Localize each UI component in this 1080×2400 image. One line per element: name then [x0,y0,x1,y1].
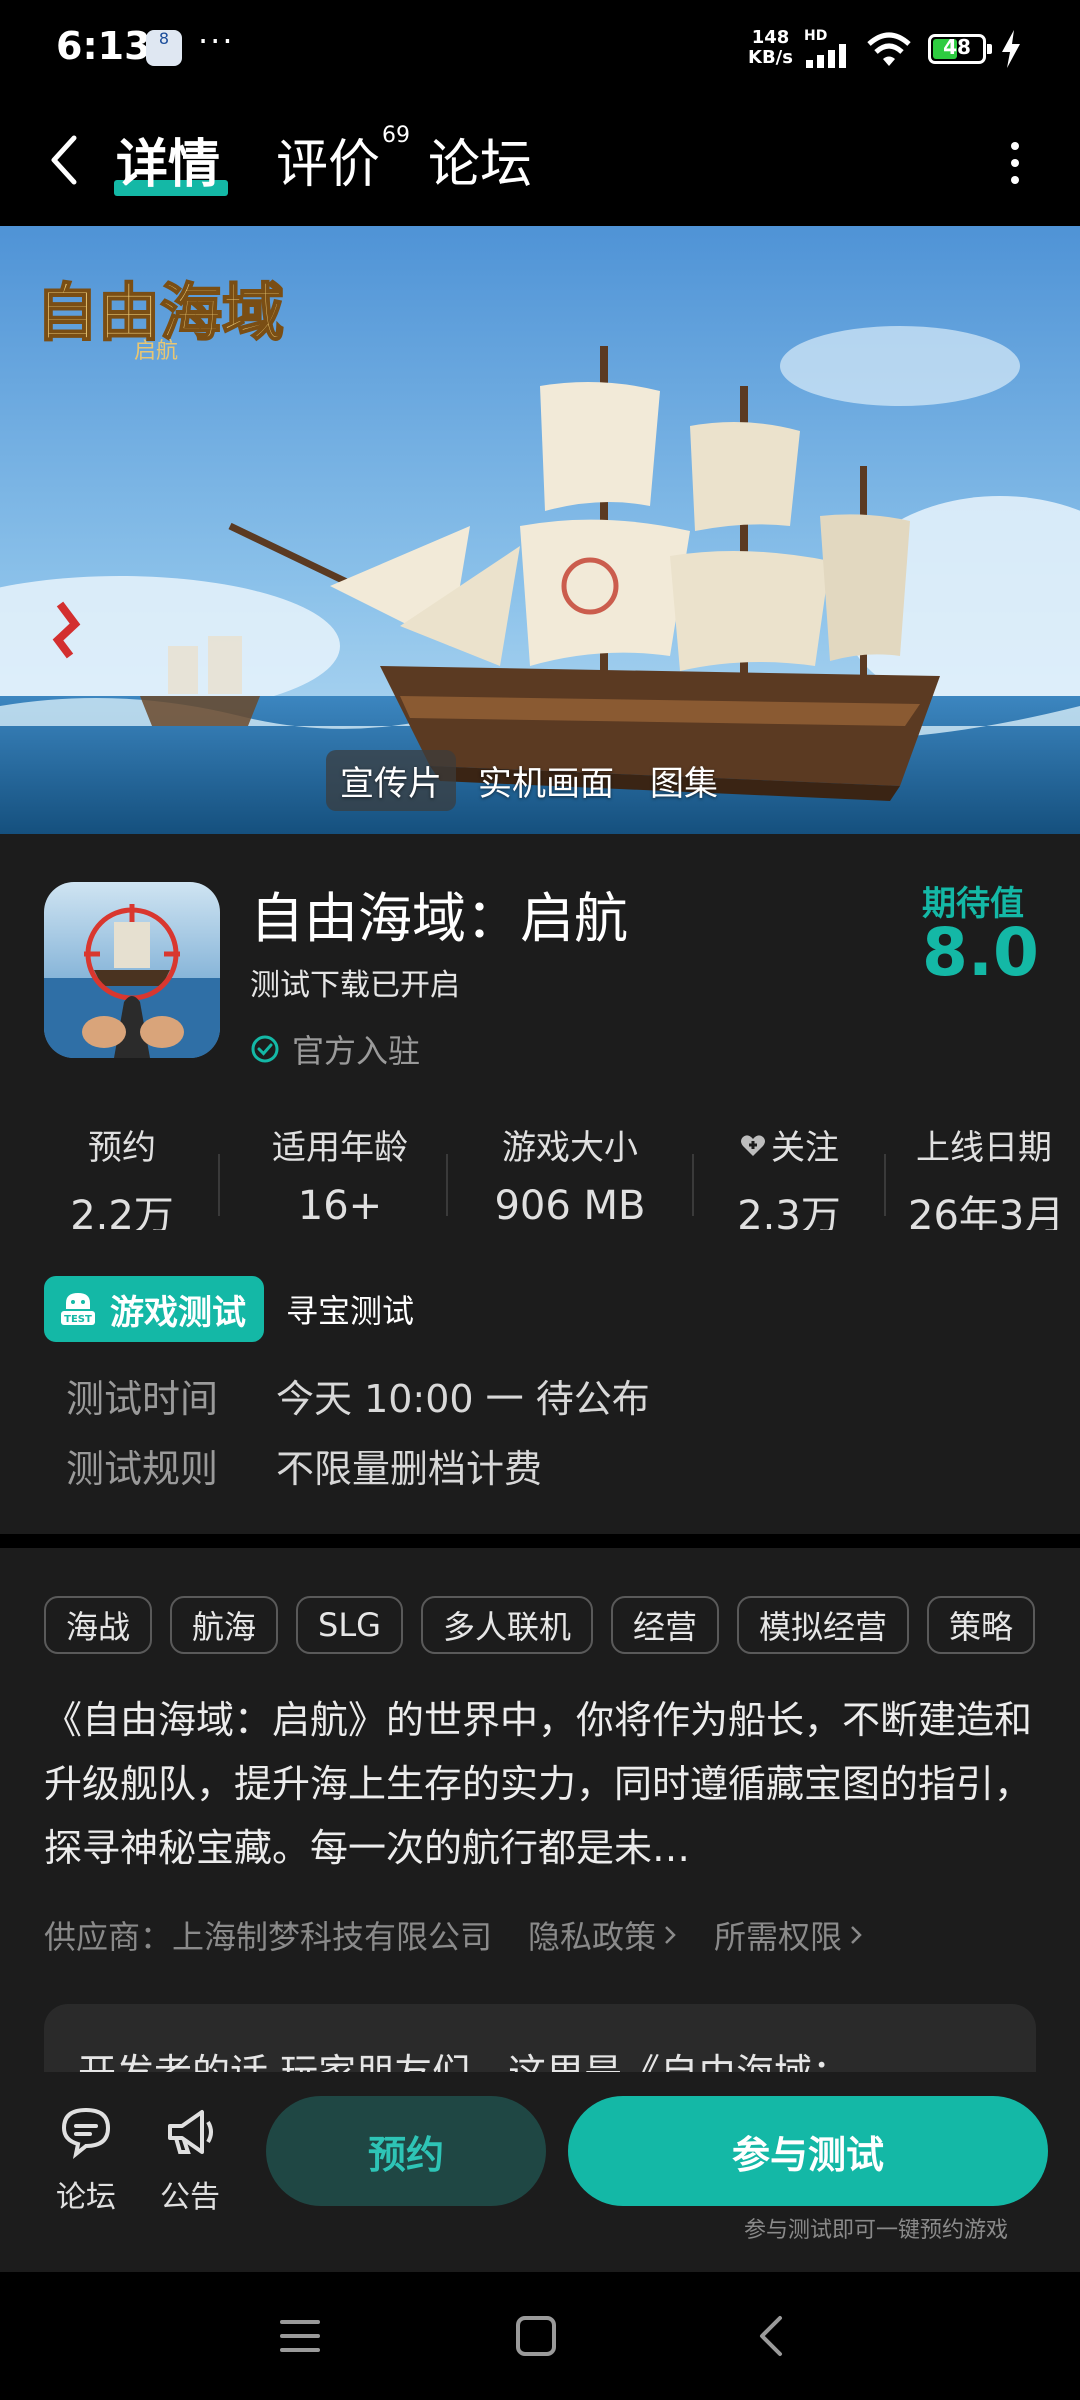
test-badge-icon: TEST [61,1293,95,1325]
bottom-action-bar: 论坛 公告 预约 参与测试 参与测试即可一键预约游戏 [0,2072,1080,2272]
forum-chat-icon [61,2107,111,2159]
home-icon[interactable] [512,2312,560,2360]
stat-divider [446,1154,448,1216]
permissions-link[interactable]: 所需权限 [714,1912,864,1958]
megaphone-icon [168,2110,213,2154]
stat-divider [692,1154,694,1216]
privacy-policy-link[interactable]: 隐私政策 [528,1912,678,1958]
game-description[interactable]: 《自由海域：启航》的世界中，你将作为船长，不断建造和升级舰队，提升海上生存的实力… [44,1688,1044,1888]
tag-strategy[interactable]: 策略 [927,1596,1036,1654]
game-banner[interactable]: 自由海域 启航 宣传片 实机画面 图集 [0,226,1080,834]
stat-release-date: 上线日期 26年3月 [908,1128,1065,1230]
status-bar: 6:13 8 ··· 148 KB/s HD 48 [0,0,1080,100]
stat-age-rating[interactable]: 适用年龄 16+ [250,1120,430,1229]
join-test-hint: 参与测试即可一键预约游戏 [744,2218,1009,2243]
game-title: 自由海域：启航 [250,887,628,950]
announcement-button[interactable]: 公告 [150,2102,230,2216]
supplier-row: 供应商：上海制梦科技有限公司 隐私政策 所需权限 [44,1912,864,1958]
more-menu-icon[interactable] [1000,138,1030,188]
test-rule-row: 测试规则 不限量删档计费 [66,1447,543,1491]
top-nav: 详情 评价69 论坛 [0,100,1080,225]
tag-management[interactable]: 经营 [610,1596,719,1654]
media-tab-trailer[interactable]: 宣传片 [326,749,456,811]
tab-review[interactable]: 评价69 [276,122,410,197]
tag-simulation-management[interactable]: 模拟经营 [737,1596,910,1654]
back-arrow-icon[interactable] [40,130,90,190]
game-app-icon [44,882,220,1058]
more-notifications-icon: ··· [198,22,235,60]
tag-list: 海战 航海 SLG 多人联机 经营 模拟经营 策略 [44,1596,1053,1654]
game-info-section: 自由海域：启航 测试下载已开启 官方入驻 期待值 8.0 预约 2.2万 适用年… [0,834,1080,1534]
chevron-right-icon [851,1926,862,1944]
test-time-row: 测试时间 今天 10:00 一 待公布 [66,1377,650,1421]
battery-icon: 48 [928,34,992,64]
notification-app-icon: 8 [146,30,182,66]
tab-treasure-test[interactable]: 寻宝测试 [286,1286,414,1332]
status-time: 6:13 [56,24,151,68]
tab-detail[interactable]: 详情 [116,122,220,197]
svg-text:TEST: TEST [64,1314,92,1325]
game-subtitle: 测试下载已开启 [250,968,460,1003]
svg-text:启航: 启航 [134,339,178,364]
media-tab-gameplay[interactable]: 实机画面 [464,750,628,811]
hd-label: HD [804,28,828,44]
tag-naval-battle[interactable]: 海战 [44,1596,153,1654]
system-navigation-bar [0,2272,1080,2400]
verified-check-icon [251,1035,279,1063]
recent-apps-icon[interactable] [276,2312,324,2360]
stat-divider [218,1154,220,1216]
tab-forum[interactable]: 论坛 [428,122,532,197]
banner-artwork: 自由海域 启航 [0,226,1080,834]
system-back-icon[interactable] [748,2312,796,2360]
charging-icon [1002,30,1020,68]
signal-icon [806,44,846,68]
tag-sailing[interactable]: 航海 [170,1596,279,1654]
stat-reservations: 预约 2.2万 [70,1128,174,1230]
forum-button[interactable]: 论坛 [46,2102,126,2216]
supplier-name: 供应商：上海制梦科技有限公司 [44,1918,493,1956]
heart-plus-icon [741,1134,765,1156]
media-tabs: 宣传片 实机画面 图集 [326,748,740,812]
tag-multiplayer[interactable]: 多人联机 [420,1596,593,1654]
chevron-right-icon [665,1926,676,1944]
wifi-icon [867,32,911,66]
stat-game-size: 游戏大小 906 MB [494,1128,646,1229]
join-test-button[interactable]: 参与测试 [568,2096,1048,2206]
expectation-score: 8.0 [922,914,1039,991]
stat-follows[interactable]: 关注 2.3万 [714,1120,864,1230]
media-tab-gallery[interactable]: 图集 [636,750,732,811]
reserve-button[interactable]: 预约 [266,2096,546,2206]
description-section: 海战 航海 SLG 多人联机 经营 模拟经营 策略 《自由海域：启航》的世界中，… [0,1548,1080,2124]
test-tabs: TEST 游戏测试 寻宝测试 [44,1276,414,1342]
official-badge[interactable]: 官方入驻 [250,1026,420,1072]
review-count-badge: 69 [382,122,411,148]
stat-divider [884,1154,886,1216]
tag-slg[interactable]: SLG [296,1596,403,1654]
network-speed: 148 KB/s [748,27,793,68]
stats-row: 预约 2.2万 适用年龄 16+ 游戏大小 906 MB 关注 2.3万 上线日… [0,1120,1080,1230]
tab-game-test[interactable]: TEST 游戏测试 [44,1276,264,1342]
